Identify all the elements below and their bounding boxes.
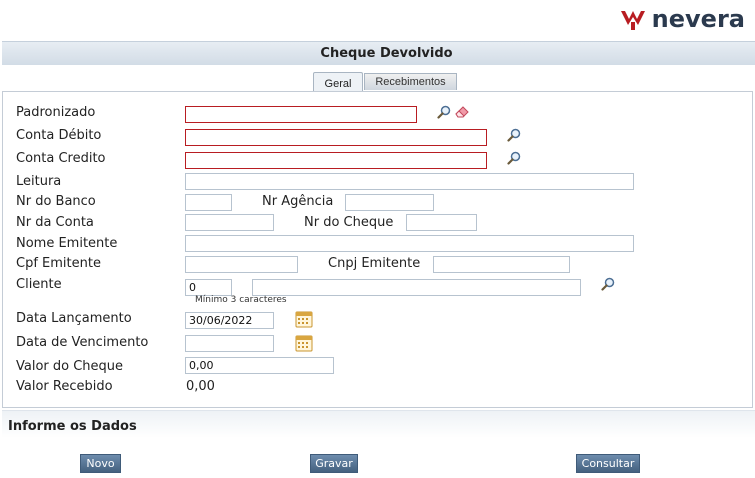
cliente-code-input[interactable] [185, 279, 232, 296]
label-data-vencimento: Data de Vencimento [16, 335, 149, 350]
label-nome-emitente: Nome Emitente [16, 236, 118, 251]
page-title-bar: Cheque Devolvido [2, 41, 755, 65]
search-cliente-icon[interactable] [601, 277, 615, 291]
nr-banco-input[interactable] [185, 194, 232, 211]
search-conta-debito-icon[interactable] [507, 128, 521, 142]
label-data-lancamento: Data Lançamento [16, 311, 132, 326]
data-lancamento-input[interactable] [185, 312, 274, 329]
conta-debito-input[interactable] [185, 129, 487, 146]
label-nr-cheque: Nr do Cheque [304, 215, 394, 230]
section-title: Informe os Dados [8, 419, 137, 434]
label-valor-recebido: Valor Recebido [16, 379, 113, 394]
consultar-button[interactable]: Consultar [576, 454, 640, 473]
nr-cheque-input[interactable] [406, 214, 477, 231]
nome-emitente-input[interactable] [185, 235, 634, 252]
calendar-lancamento-icon[interactable] [295, 310, 313, 328]
leitura-input[interactable] [185, 173, 634, 190]
label-cnpj-emitente: Cnpj Emitente [328, 256, 421, 271]
novo-button[interactable]: Novo [80, 454, 121, 473]
label-padronizado: Padronizado [16, 105, 96, 120]
tab-bar: Geral Recebimentos [313, 72, 457, 91]
page-title: Cheque Devolvido [320, 46, 453, 61]
search-padronizado-icon[interactable] [437, 105, 451, 119]
valor-recebido-value: 0,00 [186, 379, 215, 394]
brand-logo: nevera [620, 5, 745, 33]
label-nr-conta: Nr da Conta [16, 215, 94, 230]
valor-cheque-input[interactable] [185, 357, 334, 374]
cliente-hint: Mínimo 3 caracteres [195, 295, 287, 305]
label-valor-cheque: Valor do Cheque [16, 359, 124, 374]
label-leitura: Leitura [16, 174, 62, 189]
cpf-emitente-input[interactable] [185, 256, 298, 273]
tab-recebimentos[interactable]: Recebimentos [364, 73, 457, 90]
data-vencimento-input[interactable] [185, 335, 274, 352]
logo-mark-icon [620, 11, 645, 30]
calendar-vencimento-icon[interactable] [295, 334, 313, 352]
label-cpf-emitente: Cpf Emitente [16, 256, 101, 271]
label-nr-banco: Nr do Banco [16, 194, 96, 209]
cnpj-emitente-input[interactable] [433, 256, 570, 273]
label-conta-debito: Conta Débito [16, 128, 102, 143]
logo-text: nevera [651, 5, 745, 33]
nr-agencia-input[interactable] [345, 194, 434, 211]
label-nr-agencia: Nr Agência [262, 194, 334, 209]
gravar-button[interactable]: Gravar [310, 454, 358, 473]
label-cliente: Cliente [16, 277, 62, 292]
cliente-name-input[interactable] [252, 279, 581, 296]
label-conta-credito: Conta Credito [16, 151, 106, 166]
section-header: Informe os Dados [2, 410, 755, 438]
padronizado-input[interactable] [185, 106, 417, 123]
conta-credito-input[interactable] [185, 152, 487, 169]
tab-geral[interactable]: Geral [313, 72, 363, 91]
search-conta-credito-icon[interactable] [507, 151, 521, 165]
nr-conta-input[interactable] [185, 214, 274, 231]
eraser-icon[interactable] [455, 105, 470, 119]
